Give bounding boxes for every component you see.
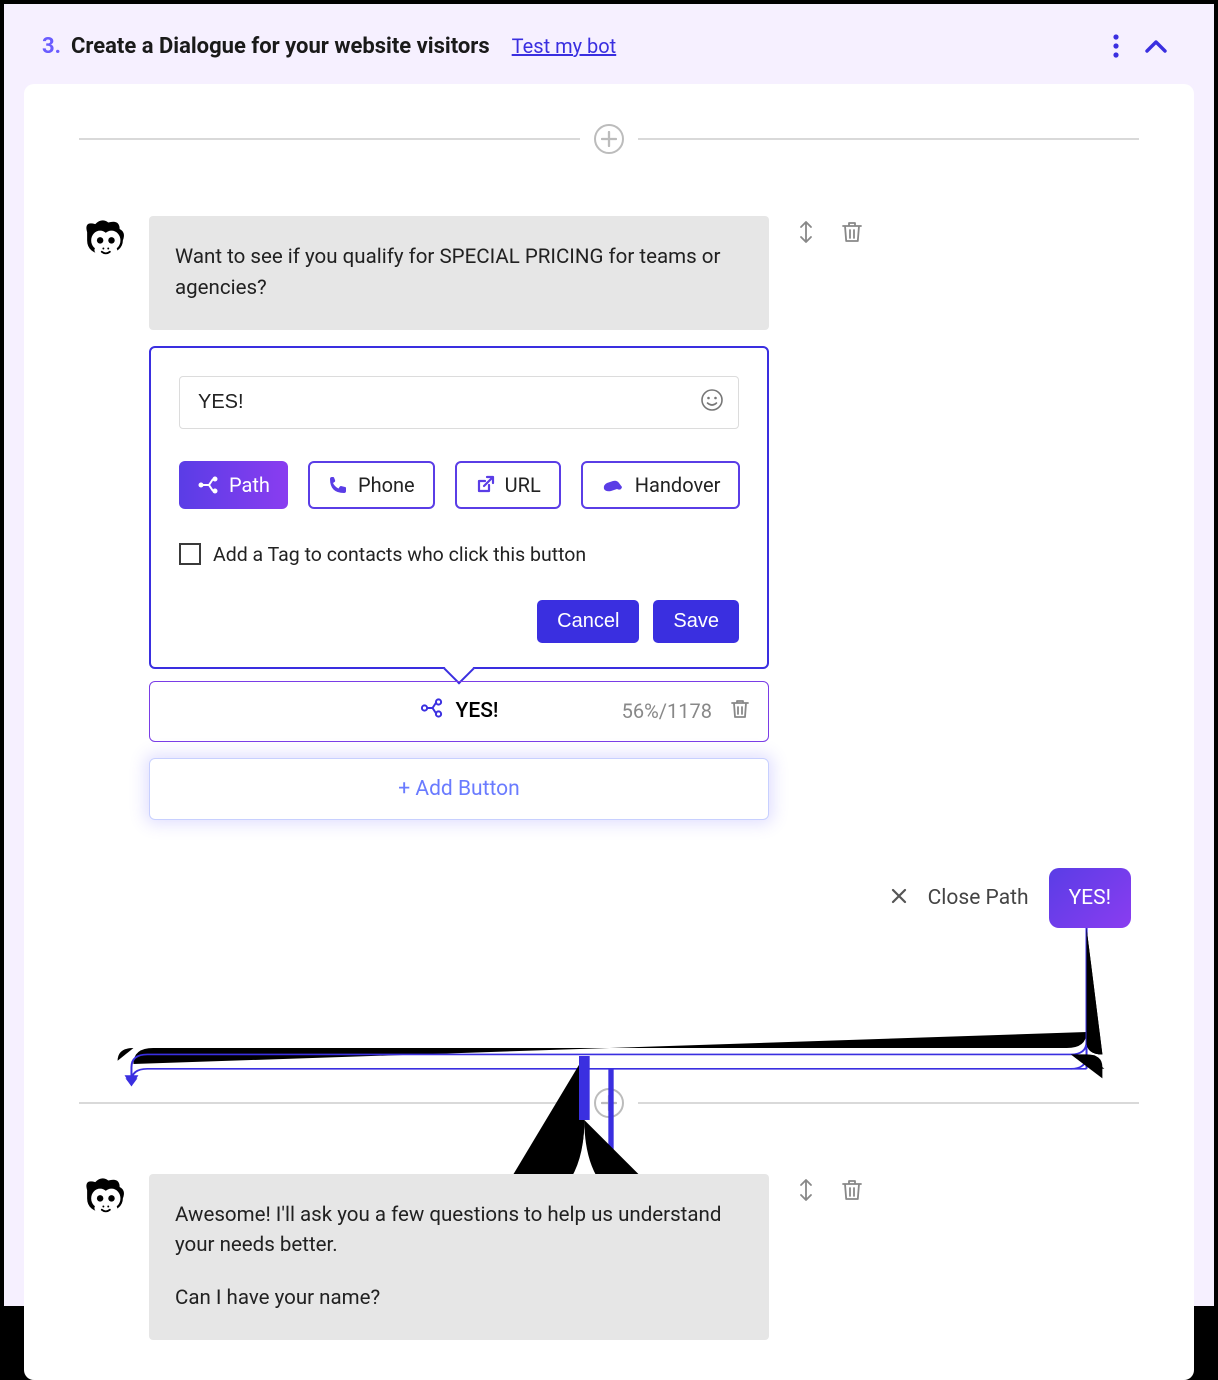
bot-avatar-icon xyxy=(79,1174,131,1226)
close-path-row: Close Path YES! xyxy=(79,868,1139,928)
divider-line xyxy=(79,138,580,140)
path-icon xyxy=(197,476,219,494)
path-icon xyxy=(420,698,444,724)
dialogue-card: Want to see if you qualify for SPECIAL P… xyxy=(24,84,1194,1380)
editor-pointer-notch xyxy=(443,653,474,684)
external-link-icon xyxy=(475,475,495,495)
reorder-icon[interactable] xyxy=(794,220,818,244)
divider-line xyxy=(638,138,1139,140)
action-url-button[interactable]: URL xyxy=(455,461,561,509)
path-connector xyxy=(74,928,1144,1088)
save-button[interactable]: Save xyxy=(653,600,739,643)
insert-divider-top xyxy=(79,124,1139,154)
button-editor: Path Phone URL xyxy=(149,346,769,669)
delete-message-icon[interactable] xyxy=(840,220,864,244)
action-type-row: Path Phone URL xyxy=(179,461,739,509)
action-handover-button[interactable]: Handover xyxy=(581,461,741,509)
action-label: Handover xyxy=(635,473,721,497)
add-button[interactable]: + Add Button xyxy=(149,758,769,820)
action-path-button[interactable]: Path xyxy=(179,461,288,509)
path-pill-label: YES! xyxy=(1069,886,1111,910)
handover-icon xyxy=(601,477,625,493)
step-header: 3. Create a Dialogue for your website vi… xyxy=(24,4,1194,84)
bot-message: Awesome! I'll ask you a few questions to… xyxy=(79,1174,1139,1340)
button-label: YES! xyxy=(456,699,499,723)
action-label: URL xyxy=(505,473,541,497)
emoji-picker-icon[interactable] xyxy=(700,388,724,416)
button-label-field xyxy=(179,376,739,429)
path-pill[interactable]: YES! xyxy=(1049,868,1131,928)
delete-button-icon[interactable] xyxy=(730,698,750,725)
step-title: Create a Dialogue for your website visit… xyxy=(71,34,490,59)
action-phone-button[interactable]: Phone xyxy=(308,461,435,509)
action-label: Path xyxy=(229,473,270,497)
test-my-bot-link[interactable]: Test my bot xyxy=(512,34,617,58)
bot-avatar-icon xyxy=(79,216,131,268)
tag-checkbox-row: Add a Tag to contacts who click this but… xyxy=(179,543,739,566)
close-path-label: Close Path xyxy=(928,886,1029,910)
message-bubble[interactable]: Want to see if you qualify for SPECIAL P… xyxy=(149,216,769,330)
message-text-line: Can I have your name? xyxy=(175,1283,743,1314)
step-number: 3. xyxy=(42,34,61,59)
add-node-button[interactable] xyxy=(594,124,624,154)
more-menu-icon[interactable] xyxy=(1096,26,1136,66)
bot-message: Want to see if you qualify for SPECIAL P… xyxy=(79,216,1139,820)
message-side-actions xyxy=(794,1178,864,1202)
button-stats: 56%/1178 xyxy=(622,699,712,723)
message-bubble[interactable]: Awesome! I'll ask you a few questions to… xyxy=(149,1174,769,1340)
message-text: Want to see if you qualify for SPECIAL P… xyxy=(175,245,720,300)
collapse-chevron-up-icon[interactable] xyxy=(1136,26,1176,66)
editor-save-bar: Cancel Save xyxy=(179,600,739,643)
close-path-x-icon[interactable] xyxy=(890,887,908,909)
message-text-line: Awesome! I'll ask you a few questions to… xyxy=(175,1200,743,1262)
add-button-label: + Add Button xyxy=(398,777,520,801)
add-tag-checkbox[interactable] xyxy=(179,543,201,565)
button-label-input[interactable] xyxy=(198,391,688,414)
action-label: Phone xyxy=(358,473,415,497)
phone-icon xyxy=(328,475,348,495)
button-list-item[interactable]: YES! 56%/1178 xyxy=(149,681,769,742)
cancel-button[interactable]: Cancel xyxy=(537,600,639,643)
add-tag-label: Add a Tag to contacts who click this but… xyxy=(213,543,586,566)
reorder-icon[interactable] xyxy=(794,1178,818,1202)
message-side-actions xyxy=(794,220,864,244)
delete-message-icon[interactable] xyxy=(840,1178,864,1202)
